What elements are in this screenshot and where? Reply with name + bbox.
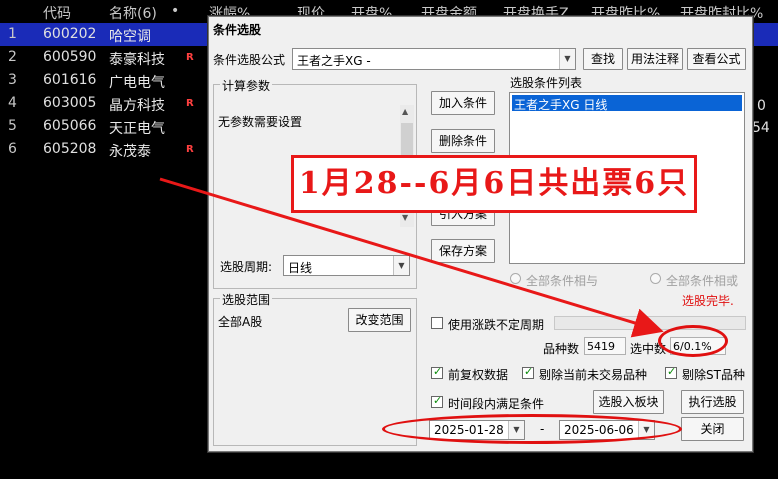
annotation-overlay — [159, 177, 664, 338]
date-range-highlight — [382, 414, 682, 444]
annotation-banner: 1月28--6月6日共出票6只 — [291, 155, 697, 213]
selected-count-highlight — [658, 325, 728, 357]
